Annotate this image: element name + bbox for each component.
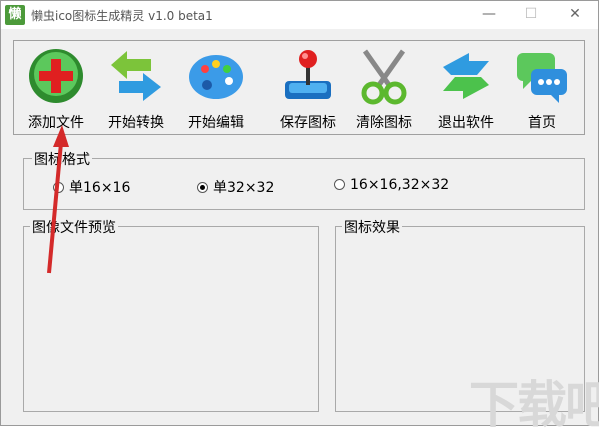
app-window: 懒 懒虫ico图标生成精灵 v1.0 beta1 — ☐ ✕ 添加文件 开始转换 xyxy=(0,0,599,434)
watermark: 下载吧 xyxy=(469,376,599,434)
annotation-arrow xyxy=(47,125,69,274)
